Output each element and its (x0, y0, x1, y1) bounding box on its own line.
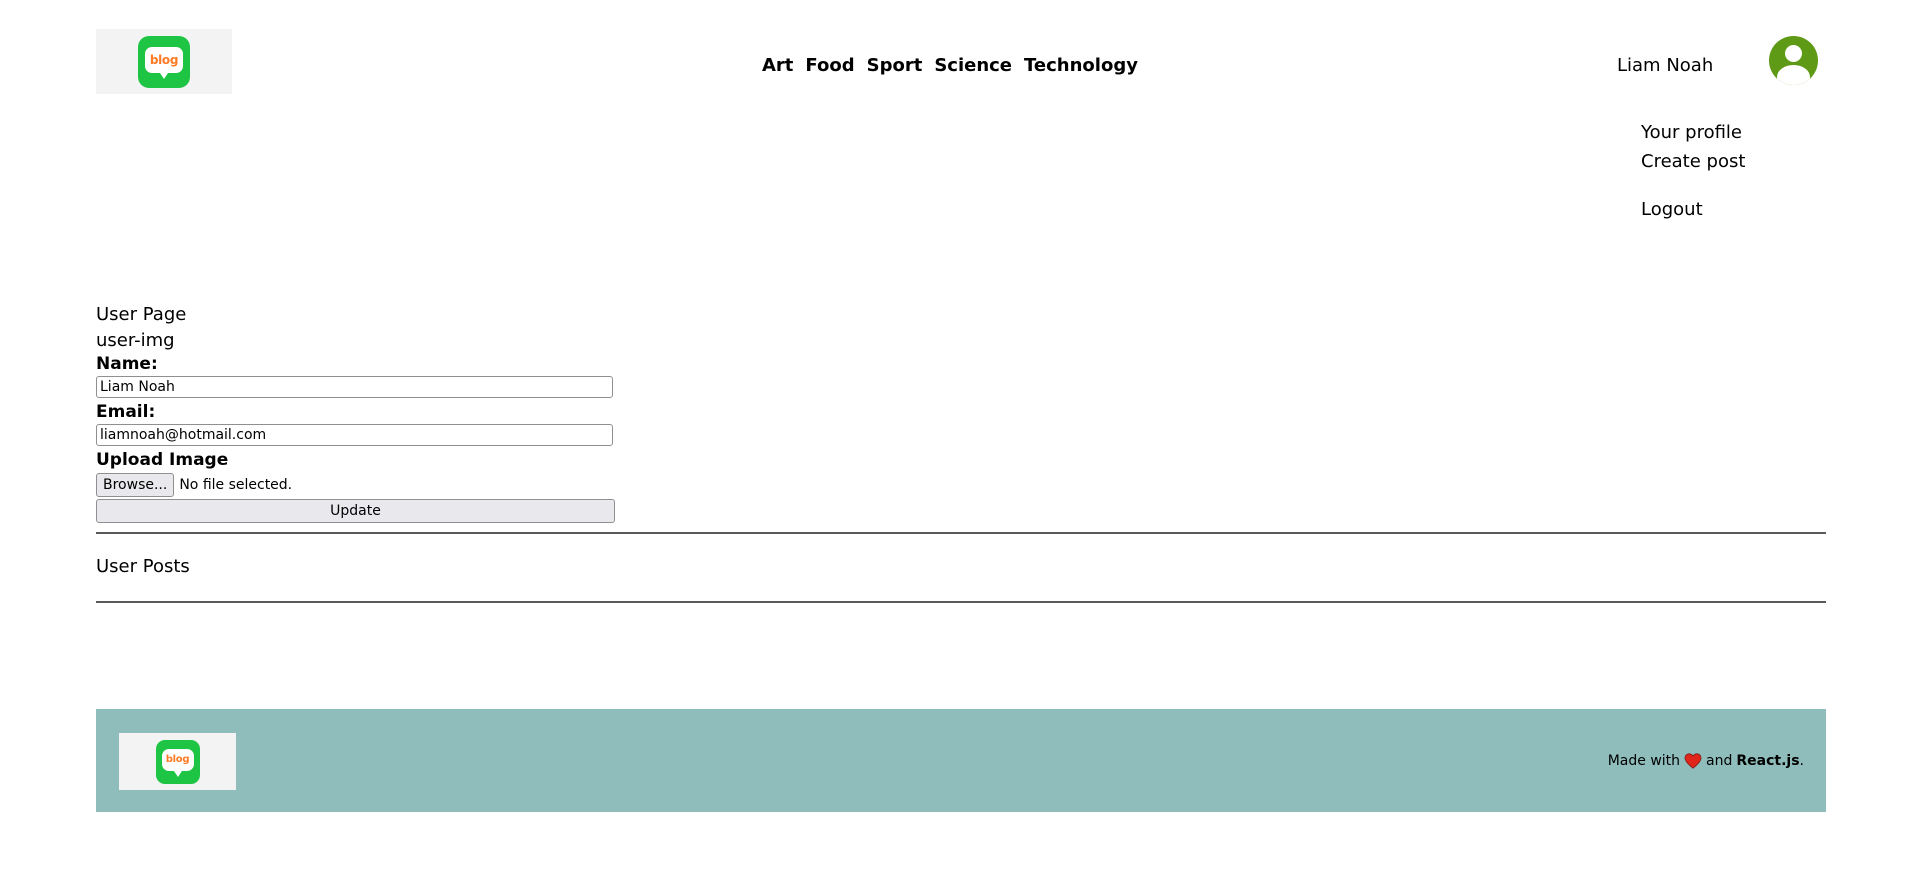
footer-credit: Made with and React.js. (1608, 753, 1804, 769)
update-button[interactable]: Update (96, 499, 615, 523)
user-menu: Your profile Create post Logout (1641, 118, 1745, 224)
file-upload: Browse... No file selected. (96, 472, 1826, 497)
react-text: React.js (1736, 753, 1800, 769)
footer-logo-text: blog (165, 754, 190, 765)
blog-logo-icon: blog (138, 35, 190, 88)
logo-text: blog (149, 52, 179, 67)
email-field[interactable] (96, 424, 613, 446)
divider-top (96, 532, 1826, 534)
category-nav: Art Food Sport Science Technology (762, 55, 1138, 76)
user-name: Liam Noah (1617, 55, 1714, 76)
divider-bottom (96, 601, 1826, 603)
user-image-alt: user-img (96, 330, 175, 351)
email-label: Email: (96, 402, 156, 422)
site-logo[interactable]: blog (96, 29, 232, 94)
upload-label: Upload Image (96, 450, 229, 470)
nav-link-sport[interactable]: Sport (867, 55, 923, 76)
made-with-text: Made with (1607, 753, 1681, 769)
navbar: blog Art Food Sport Science Technology L… (96, 0, 1826, 220)
menu-item-your-profile[interactable]: Your profile (1641, 118, 1745, 147)
and-text: and (1706, 753, 1733, 769)
page-title: User Page (96, 304, 187, 325)
name-field[interactable] (96, 376, 613, 398)
menu-item-create-post[interactable]: Create post (1641, 147, 1745, 176)
avatar-icon[interactable] (1769, 36, 1818, 85)
menu-item-logout[interactable]: Logout (1641, 195, 1745, 224)
heart-icon (1684, 753, 1702, 769)
nav-link-science[interactable]: Science (934, 55, 1012, 76)
footer-logo[interactable]: blog (119, 733, 236, 790)
footer: blog Made with and React.js. (96, 709, 1826, 812)
nav-link-technology[interactable]: Technology (1024, 55, 1138, 76)
file-status: No file selected. (179, 476, 293, 493)
nav-link-art[interactable]: Art (762, 55, 793, 76)
blog-logo-icon: blog (155, 739, 200, 784)
page-container: blog Art Food Sport Science Technology L… (96, 0, 1826, 603)
nav-link-food[interactable]: Food (805, 55, 854, 76)
browse-button[interactable]: Browse... (96, 472, 175, 497)
user-page-section: User Page user-img Name: Email: Upload I… (96, 303, 1826, 603)
user-posts-title: User Posts (96, 556, 190, 577)
name-label: Name: (96, 354, 158, 374)
period-text: . (1799, 753, 1804, 769)
